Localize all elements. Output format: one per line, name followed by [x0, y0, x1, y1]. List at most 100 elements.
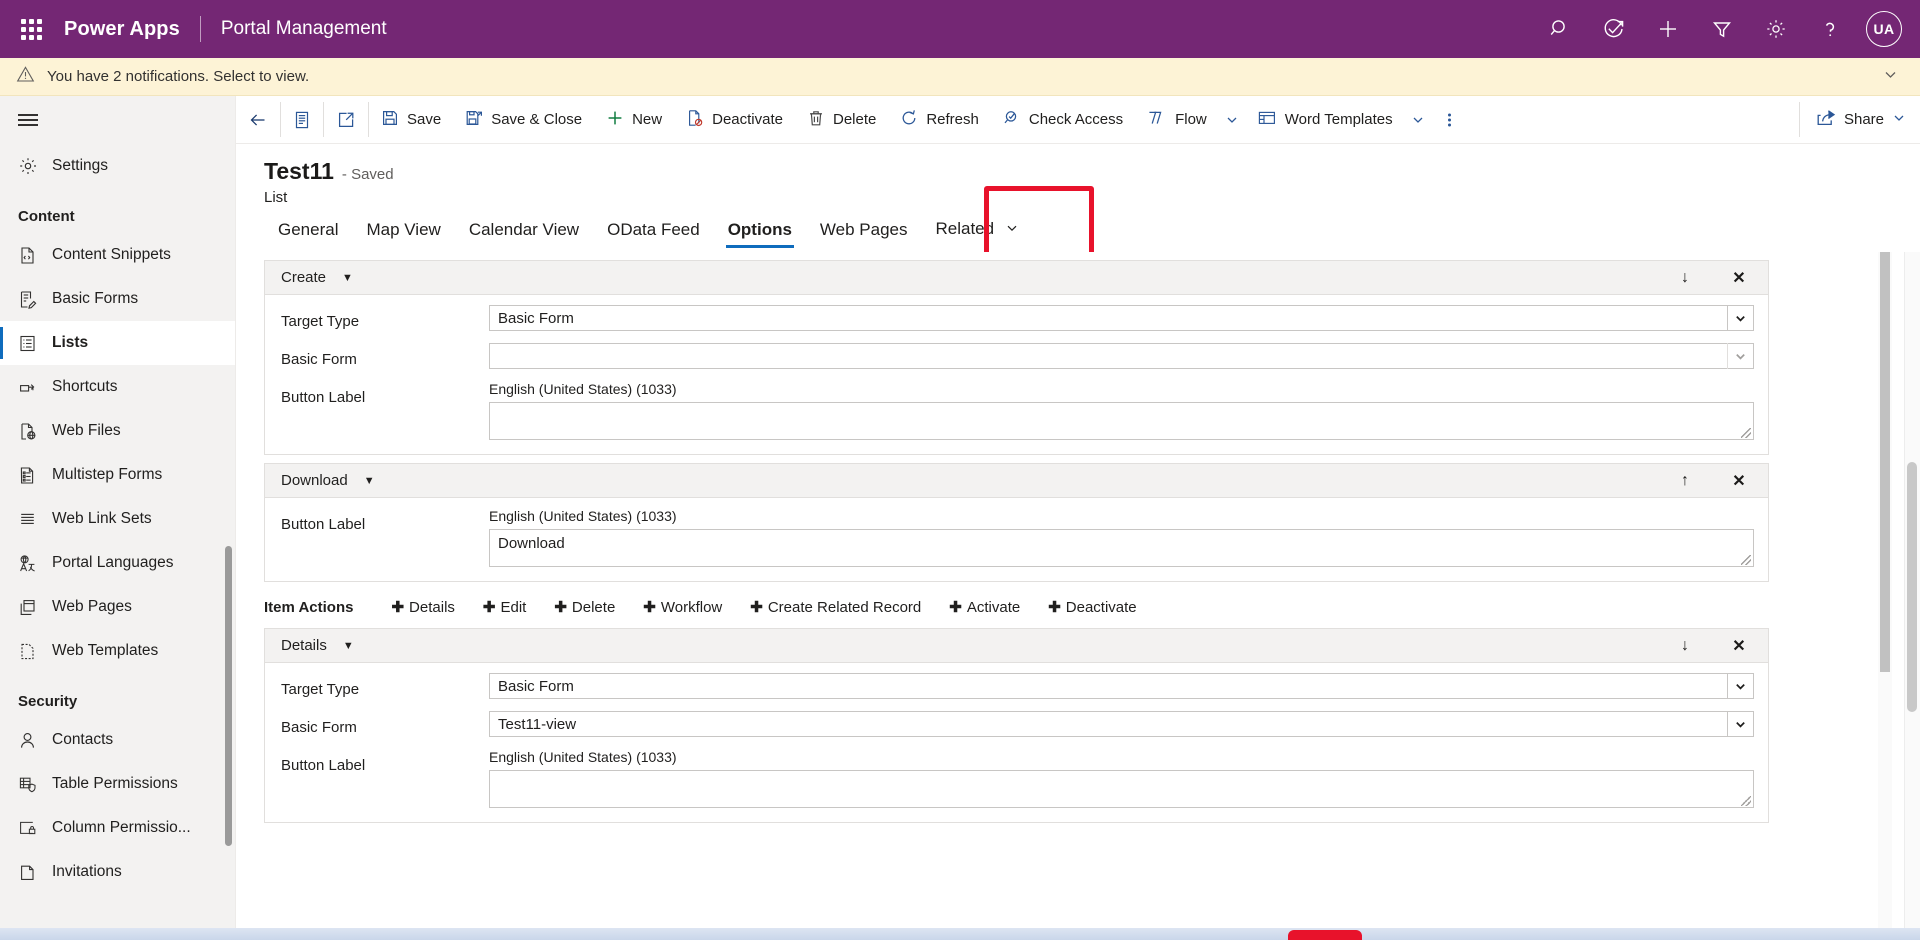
- chevron-down-icon[interactable]: ▼: [364, 475, 375, 487]
- waffle-icon[interactable]: [8, 6, 54, 52]
- form-edit-icon: [18, 290, 46, 309]
- add-edit-action-button[interactable]: ✚ Edit: [469, 596, 540, 618]
- close-icon[interactable]: ✕: [1730, 269, 1748, 287]
- hamburger-icon[interactable]: [0, 96, 235, 144]
- plus-icon[interactable]: [1644, 5, 1692, 53]
- search-icon[interactable]: [1536, 5, 1584, 53]
- add-details-action-button[interactable]: ✚ Details: [377, 596, 468, 618]
- filter-icon[interactable]: [1698, 5, 1746, 53]
- new-button[interactable]: New: [594, 96, 674, 143]
- sidebar-item-content-snippets[interactable]: Content Snippets: [0, 233, 235, 277]
- flow-button[interactable]: Flow: [1135, 96, 1219, 143]
- target-type-select[interactable]: Basic Form: [489, 673, 1754, 699]
- move-down-icon[interactable]: ↓: [1676, 269, 1694, 287]
- page-scrollbar-thumb[interactable]: [1907, 462, 1917, 712]
- target-type-select[interactable]: Basic Form: [489, 305, 1754, 331]
- sidebar-item-invitations[interactable]: Invitations: [0, 850, 235, 894]
- chevron-down-icon[interactable]: ▼: [343, 640, 354, 652]
- chevron-down-icon[interactable]: [1727, 343, 1753, 369]
- chevron-down-icon[interactable]: ▼: [342, 272, 353, 284]
- sidebar-item-table-permissions[interactable]: Table Permissions: [0, 762, 235, 806]
- sidebar-item-label: Contacts: [52, 731, 114, 748]
- button-label-textarea[interactable]: Download: [489, 529, 1754, 567]
- sidebar-item-shortcuts[interactable]: Shortcuts: [0, 365, 235, 409]
- resize-grip-icon[interactable]: [1741, 428, 1751, 438]
- add-deactivate-action-button[interactable]: ✚ Deactivate: [1034, 596, 1150, 618]
- word-templates-caret-icon[interactable]: [1405, 96, 1431, 143]
- avatar[interactable]: UA: [1866, 11, 1902, 47]
- save-and-close-button[interactable]: Save & Close: [453, 96, 594, 143]
- add-create-related-record-action-button[interactable]: ✚ Create Related Record: [736, 596, 935, 618]
- gear-icon[interactable]: [1752, 5, 1800, 53]
- sidebar-item-lists[interactable]: Lists: [0, 321, 235, 365]
- check-access-button[interactable]: Check Access: [991, 96, 1135, 143]
- basic-form-select[interactable]: [489, 343, 1754, 369]
- tab-calendar-view[interactable]: Calendar View: [455, 220, 593, 252]
- section-body: Target Type Basic Form: [265, 295, 1768, 454]
- sidebar-group-security: Security: [18, 693, 78, 710]
- back-arrow-icon[interactable]: [236, 96, 280, 143]
- plus-icon: ✚: [750, 599, 763, 616]
- check-circle-arrow-icon[interactable]: [1590, 5, 1638, 53]
- more-vertical-icon[interactable]: [1431, 96, 1468, 143]
- add-workflow-action-button[interactable]: ✚ Workflow: [629, 596, 736, 618]
- add-delete-action-button[interactable]: ✚ Delete: [540, 596, 629, 618]
- tab-general[interactable]: General: [264, 220, 352, 252]
- app-name[interactable]: Portal Management: [221, 18, 387, 40]
- tab-odata-feed[interactable]: OData Feed: [593, 220, 714, 252]
- section-body: Button Label English (United States) (10…: [265, 498, 1768, 581]
- sidebar-item-contacts[interactable]: Contacts: [0, 718, 235, 762]
- sidebar-item-label: Web Files: [52, 422, 121, 439]
- button-label-textarea[interactable]: [489, 770, 1754, 808]
- refresh-button[interactable]: Refresh: [888, 96, 991, 143]
- sidebar-item-web-templates[interactable]: Web Templates: [0, 629, 235, 673]
- section-actions: ↓ ✕: [1676, 269, 1756, 287]
- button-label-textarea[interactable]: [489, 402, 1754, 440]
- tab-map-view[interactable]: Map View: [352, 220, 454, 252]
- sidebar-item-multistep-forms[interactable]: Multistep Forms: [0, 453, 235, 497]
- word-templates-button[interactable]: Word Templates: [1245, 96, 1405, 143]
- add-activate-action-button[interactable]: ✚ Activate: [935, 596, 1034, 618]
- flow-caret-icon[interactable]: [1219, 96, 1245, 143]
- save-button[interactable]: Save: [369, 96, 453, 143]
- sidebar-item-column-permissions[interactable]: Column Permissio...: [0, 806, 235, 850]
- move-up-icon[interactable]: ↑: [1676, 472, 1694, 490]
- form-scrollbar-track[interactable]: [1878, 252, 1892, 940]
- resize-grip-icon[interactable]: [1741, 796, 1751, 806]
- chevron-down-icon[interactable]: [1727, 673, 1753, 699]
- share-button[interactable]: Share: [1800, 96, 1920, 143]
- chevron-down-icon[interactable]: [1727, 711, 1753, 737]
- sidebar-scrollbar[interactable]: [225, 546, 232, 846]
- sidebar-item-basic-forms[interactable]: Basic Forms: [0, 277, 235, 321]
- deactivate-button[interactable]: Deactivate: [674, 96, 795, 143]
- sidebar-item-web-pages[interactable]: Web Pages: [0, 585, 235, 629]
- share-caret-icon[interactable]: [1892, 111, 1906, 129]
- select-value: Basic Form: [498, 309, 574, 327]
- section-header[interactable]: Download ▼ ↑ ✕: [265, 464, 1768, 498]
- brand-title[interactable]: Power Apps: [64, 18, 180, 41]
- chevron-down-icon[interactable]: [1727, 305, 1753, 331]
- form-scrollbar-thumb[interactable]: [1880, 252, 1890, 672]
- section-header[interactable]: Details ▼ ↓ ✕: [265, 629, 1768, 663]
- sidebar-item-web-files[interactable]: Web Files: [0, 409, 235, 453]
- notification-bar[interactable]: You have 2 notifications. Select to view…: [0, 58, 1920, 96]
- tab-web-pages[interactable]: Web Pages: [806, 220, 922, 252]
- basic-form-select[interactable]: Test11-view: [489, 711, 1754, 737]
- page-scrollbar-track[interactable]: [1904, 252, 1920, 940]
- close-icon[interactable]: ✕: [1730, 472, 1748, 490]
- sidebar-item-settings[interactable]: Settings: [0, 144, 235, 188]
- sidebar-item-portal-languages[interactable]: Portal Languages: [0, 541, 235, 585]
- close-icon[interactable]: ✕: [1730, 637, 1748, 655]
- sidebar-group-content: Content: [18, 208, 75, 225]
- sidebar-item-web-link-sets[interactable]: Web Link Sets: [0, 497, 235, 541]
- help-icon[interactable]: [1806, 5, 1854, 53]
- resize-grip-icon[interactable]: [1741, 555, 1751, 565]
- tab-options[interactable]: Options: [714, 220, 806, 252]
- popout-icon[interactable]: [324, 96, 368, 143]
- section-header[interactable]: Create ▼ ↓ ✕: [265, 261, 1768, 295]
- form-icon[interactable]: [281, 96, 323, 143]
- delete-button[interactable]: Delete: [795, 96, 888, 143]
- chevron-down-icon[interactable]: [1875, 67, 1906, 86]
- tab-related[interactable]: Related: [922, 219, 1033, 252]
- move-down-icon[interactable]: ↓: [1676, 637, 1694, 655]
